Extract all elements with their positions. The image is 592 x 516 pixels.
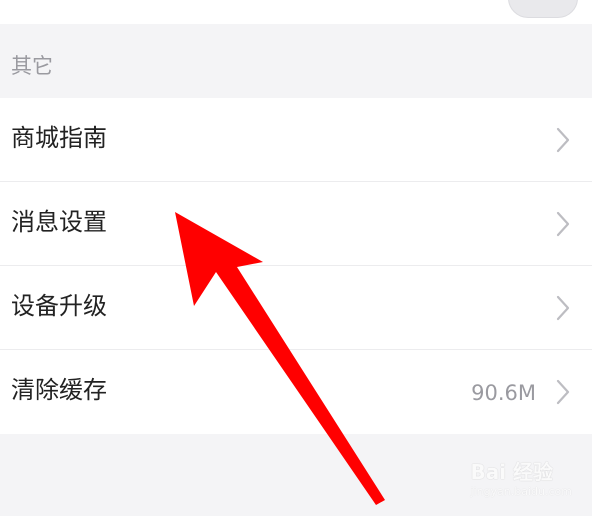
cache-size-value: 90.6M xyxy=(471,381,536,405)
watermark-url: jingyan.baidu.com xyxy=(470,485,572,498)
section-header-label: 其它 xyxy=(11,54,53,78)
section-header xyxy=(0,24,592,98)
chevron-right-icon xyxy=(556,127,570,153)
chevron-right-icon xyxy=(556,295,570,321)
menu-item-device-upgrade[interactable]: 设备升级 xyxy=(0,266,592,350)
menu-item-label: 消息设置 xyxy=(11,208,107,236)
menu-item-label: 清除缓存 xyxy=(11,376,107,404)
toggle-switch[interactable] xyxy=(508,0,578,18)
baidu-jingyan-watermark: Bai 经验 jingyan.baidu.com xyxy=(470,456,572,498)
menu-item-mall-guide[interactable]: 商城指南 xyxy=(0,98,592,182)
settings-menu-list: 商城指南 消息设置 设备升级 清除缓存 90.6M xyxy=(0,98,592,434)
watermark-brand: Bai 经验 xyxy=(470,460,554,484)
menu-item-clear-cache[interactable]: 清除缓存 90.6M xyxy=(0,350,592,434)
menu-item-label: 设备升级 xyxy=(11,292,107,320)
menu-item-label: 商城指南 xyxy=(11,124,107,152)
menu-item-message-settings[interactable]: 消息设置 xyxy=(0,182,592,266)
chevron-right-icon xyxy=(556,379,570,405)
previous-settings-row xyxy=(0,0,592,24)
chevron-right-icon xyxy=(556,211,570,237)
